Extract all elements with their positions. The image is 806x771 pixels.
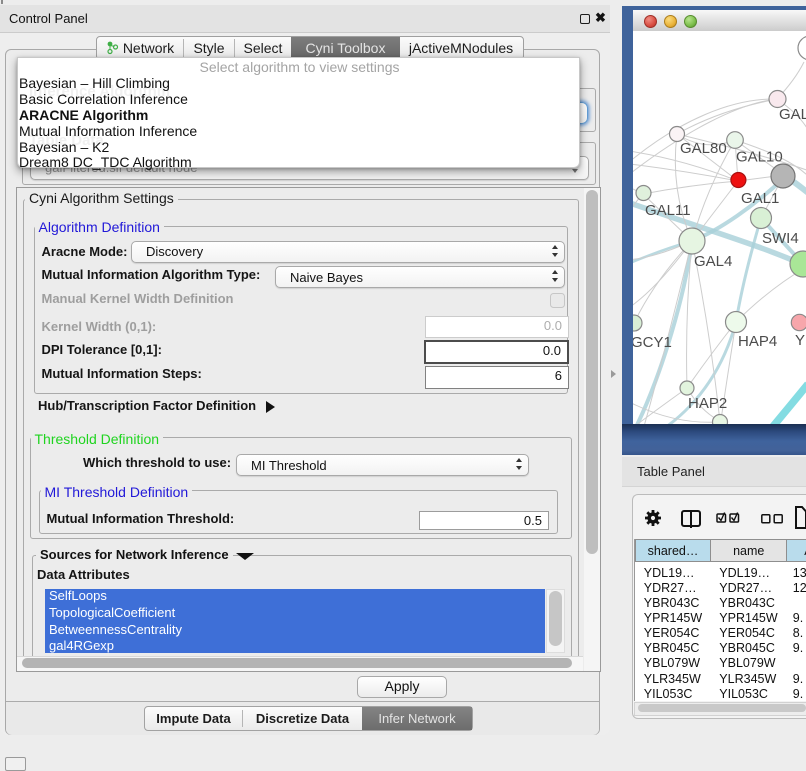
svg-text:HAP2: HAP2 xyxy=(688,395,727,412)
svg-text:GCY1: GCY1 xyxy=(633,334,672,351)
svg-text:GAL7: GAL7 xyxy=(779,106,806,123)
svg-text:HAP4: HAP4 xyxy=(738,333,777,350)
svg-text:GAL4: GAL4 xyxy=(694,253,732,270)
svg-text:GAL10: GAL10 xyxy=(736,149,783,166)
svg-text:GAL11: GAL11 xyxy=(645,202,691,219)
svg-text:SWI4: SWI4 xyxy=(762,230,799,247)
svg-text:GAL1: GAL1 xyxy=(741,190,779,207)
svg-text:GAL80: GAL80 xyxy=(680,140,727,157)
svg-text:Y: Y xyxy=(795,332,805,349)
